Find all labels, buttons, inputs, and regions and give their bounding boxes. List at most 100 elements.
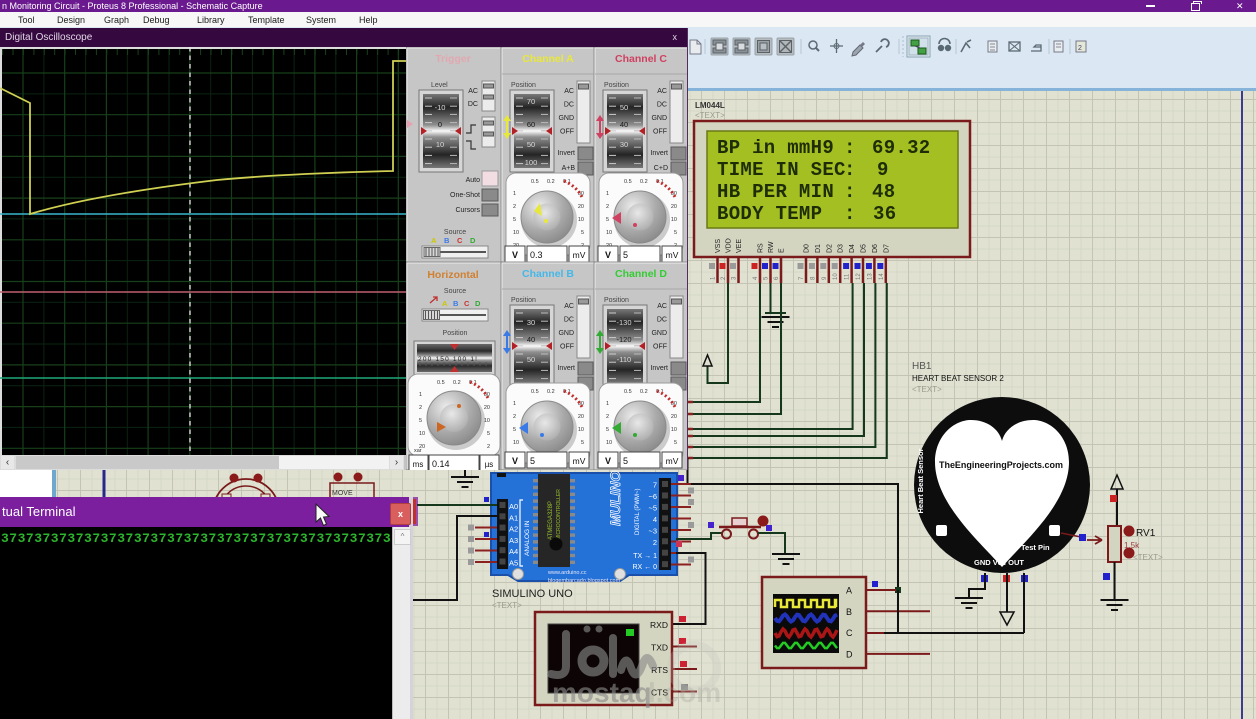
svg-text:Invert: Invert — [557, 365, 575, 372]
svg-text:µs: µs — [485, 460, 494, 469]
svg-text:2: 2 — [606, 414, 609, 420]
svg-text:C: C — [464, 299, 470, 308]
svg-text:10: 10 — [606, 230, 612, 236]
svg-text:DC: DC — [564, 317, 574, 324]
svg-text:10: 10 — [578, 427, 584, 433]
svg-text:60: 60 — [527, 120, 535, 129]
svg-text:One-Shot: One-Shot — [450, 192, 480, 199]
svg-text:10: 10 — [419, 431, 425, 437]
svg-text:Position: Position — [604, 297, 629, 304]
svg-text:20: 20 — [671, 414, 677, 420]
svg-text:5: 5 — [487, 431, 490, 437]
svg-text:0.2: 0.2 — [547, 179, 555, 185]
svg-text:1: 1 — [513, 401, 516, 407]
svg-text:2: 2 — [513, 414, 516, 420]
svg-text:5: 5 — [623, 250, 628, 260]
svg-text:Position: Position — [511, 82, 536, 89]
svg-text:GND: GND — [558, 330, 574, 337]
svg-text:A: A — [431, 236, 437, 245]
svg-text:5: 5 — [513, 217, 516, 223]
svg-text:1: 1 — [419, 392, 422, 398]
svg-text:0.5: 0.5 — [437, 380, 445, 386]
svg-text:D: D — [475, 299, 481, 308]
svg-text:0.2: 0.2 — [640, 179, 648, 185]
svg-text:Auto: Auto — [466, 177, 481, 184]
svg-text:Channel A: Channel A — [522, 53, 574, 65]
svg-text:5: 5 — [419, 418, 422, 424]
svg-text:DC: DC — [657, 317, 667, 324]
svg-text:5: 5 — [530, 456, 535, 466]
svg-text:50: 50 — [527, 355, 535, 364]
svg-text:5: 5 — [513, 427, 516, 433]
svg-text:20: 20 — [578, 204, 584, 210]
svg-text:0.5: 0.5 — [531, 179, 539, 185]
svg-text:DC: DC — [468, 101, 478, 108]
svg-text:70: 70 — [527, 97, 535, 106]
svg-text:C+D: C+D — [654, 165, 668, 172]
svg-text:mV: mV — [573, 250, 586, 260]
svg-text:V: V — [605, 456, 611, 466]
svg-text:0: 0 — [438, 120, 442, 129]
svg-text:Position: Position — [511, 297, 536, 304]
svg-text:50: 50 — [527, 140, 535, 149]
svg-text:A+B: A+B — [562, 165, 576, 172]
svg-text:-130: -130 — [616, 318, 631, 327]
svg-text:1: 1 — [606, 191, 609, 197]
svg-text:-110: -110 — [617, 355, 631, 364]
svg-text:5: 5 — [623, 456, 628, 466]
svg-text:0.2: 0.2 — [640, 389, 648, 395]
svg-text:Channel B: Channel B — [522, 268, 574, 280]
svg-text:0.5: 0.5 — [624, 389, 632, 395]
svg-text:10: 10 — [513, 440, 519, 446]
svg-text:AC: AC — [564, 88, 574, 95]
svg-text:OFF: OFF — [560, 129, 574, 136]
svg-text:2: 2 — [606, 204, 609, 210]
svg-text:DC: DC — [564, 102, 574, 109]
svg-text:200 150 100 1!: 200 150 100 1! — [418, 356, 478, 363]
svg-text:OFF: OFF — [560, 344, 574, 351]
svg-text:100: 100 — [525, 158, 538, 167]
svg-text:Position: Position — [604, 82, 629, 89]
svg-text:GND: GND — [558, 115, 574, 122]
svg-text:DC: DC — [657, 102, 667, 109]
svg-text:40: 40 — [620, 120, 628, 129]
svg-text:B: B — [444, 236, 450, 245]
svg-text:20: 20 — [578, 414, 584, 420]
svg-text:AC: AC — [564, 303, 574, 310]
svg-text:Invert: Invert — [557, 150, 575, 157]
svg-text:GND: GND — [651, 115, 667, 122]
svg-text:A: A — [442, 299, 448, 308]
svg-text:0.5: 0.5 — [531, 389, 539, 395]
svg-text:5: 5 — [581, 440, 584, 446]
svg-text:10: 10 — [578, 217, 584, 223]
svg-text:30: 30 — [527, 318, 535, 327]
svg-text:0.2: 0.2 — [453, 380, 461, 386]
svg-text:Level: Level — [431, 82, 448, 89]
svg-text:GND: GND — [651, 330, 667, 337]
svg-text:Invert: Invert — [650, 365, 668, 372]
svg-text:mV: mV — [666, 456, 679, 466]
svg-text:OFF: OFF — [653, 344, 667, 351]
svg-text:10: 10 — [436, 140, 444, 149]
svg-text:10: 10 — [513, 230, 519, 236]
svg-text:0.5: 0.5 — [624, 179, 632, 185]
svg-text:Horizontal: Horizontal — [427, 269, 478, 281]
svg-text:2: 2 — [1078, 45, 1082, 52]
svg-text:xar: xar — [414, 448, 422, 454]
svg-text:Invert: Invert — [650, 150, 668, 157]
svg-text:AC: AC — [657, 303, 667, 310]
svg-text:mV: mV — [666, 250, 679, 260]
svg-text:0.14: 0.14 — [432, 459, 450, 469]
svg-text:10: 10 — [671, 217, 677, 223]
svg-text:D: D — [470, 236, 476, 245]
svg-text:-120: -120 — [616, 335, 631, 344]
svg-text:Cursors: Cursors — [455, 207, 480, 214]
svg-text:20: 20 — [484, 405, 490, 411]
svg-text:10: 10 — [606, 440, 612, 446]
svg-text:-10: -10 — [435, 103, 446, 112]
svg-text:Trigger: Trigger — [435, 53, 471, 65]
svg-text:5: 5 — [606, 217, 609, 223]
svg-text:5: 5 — [674, 440, 677, 446]
svg-text:10: 10 — [671, 427, 677, 433]
svg-text:Channel D: Channel D — [615, 268, 667, 280]
